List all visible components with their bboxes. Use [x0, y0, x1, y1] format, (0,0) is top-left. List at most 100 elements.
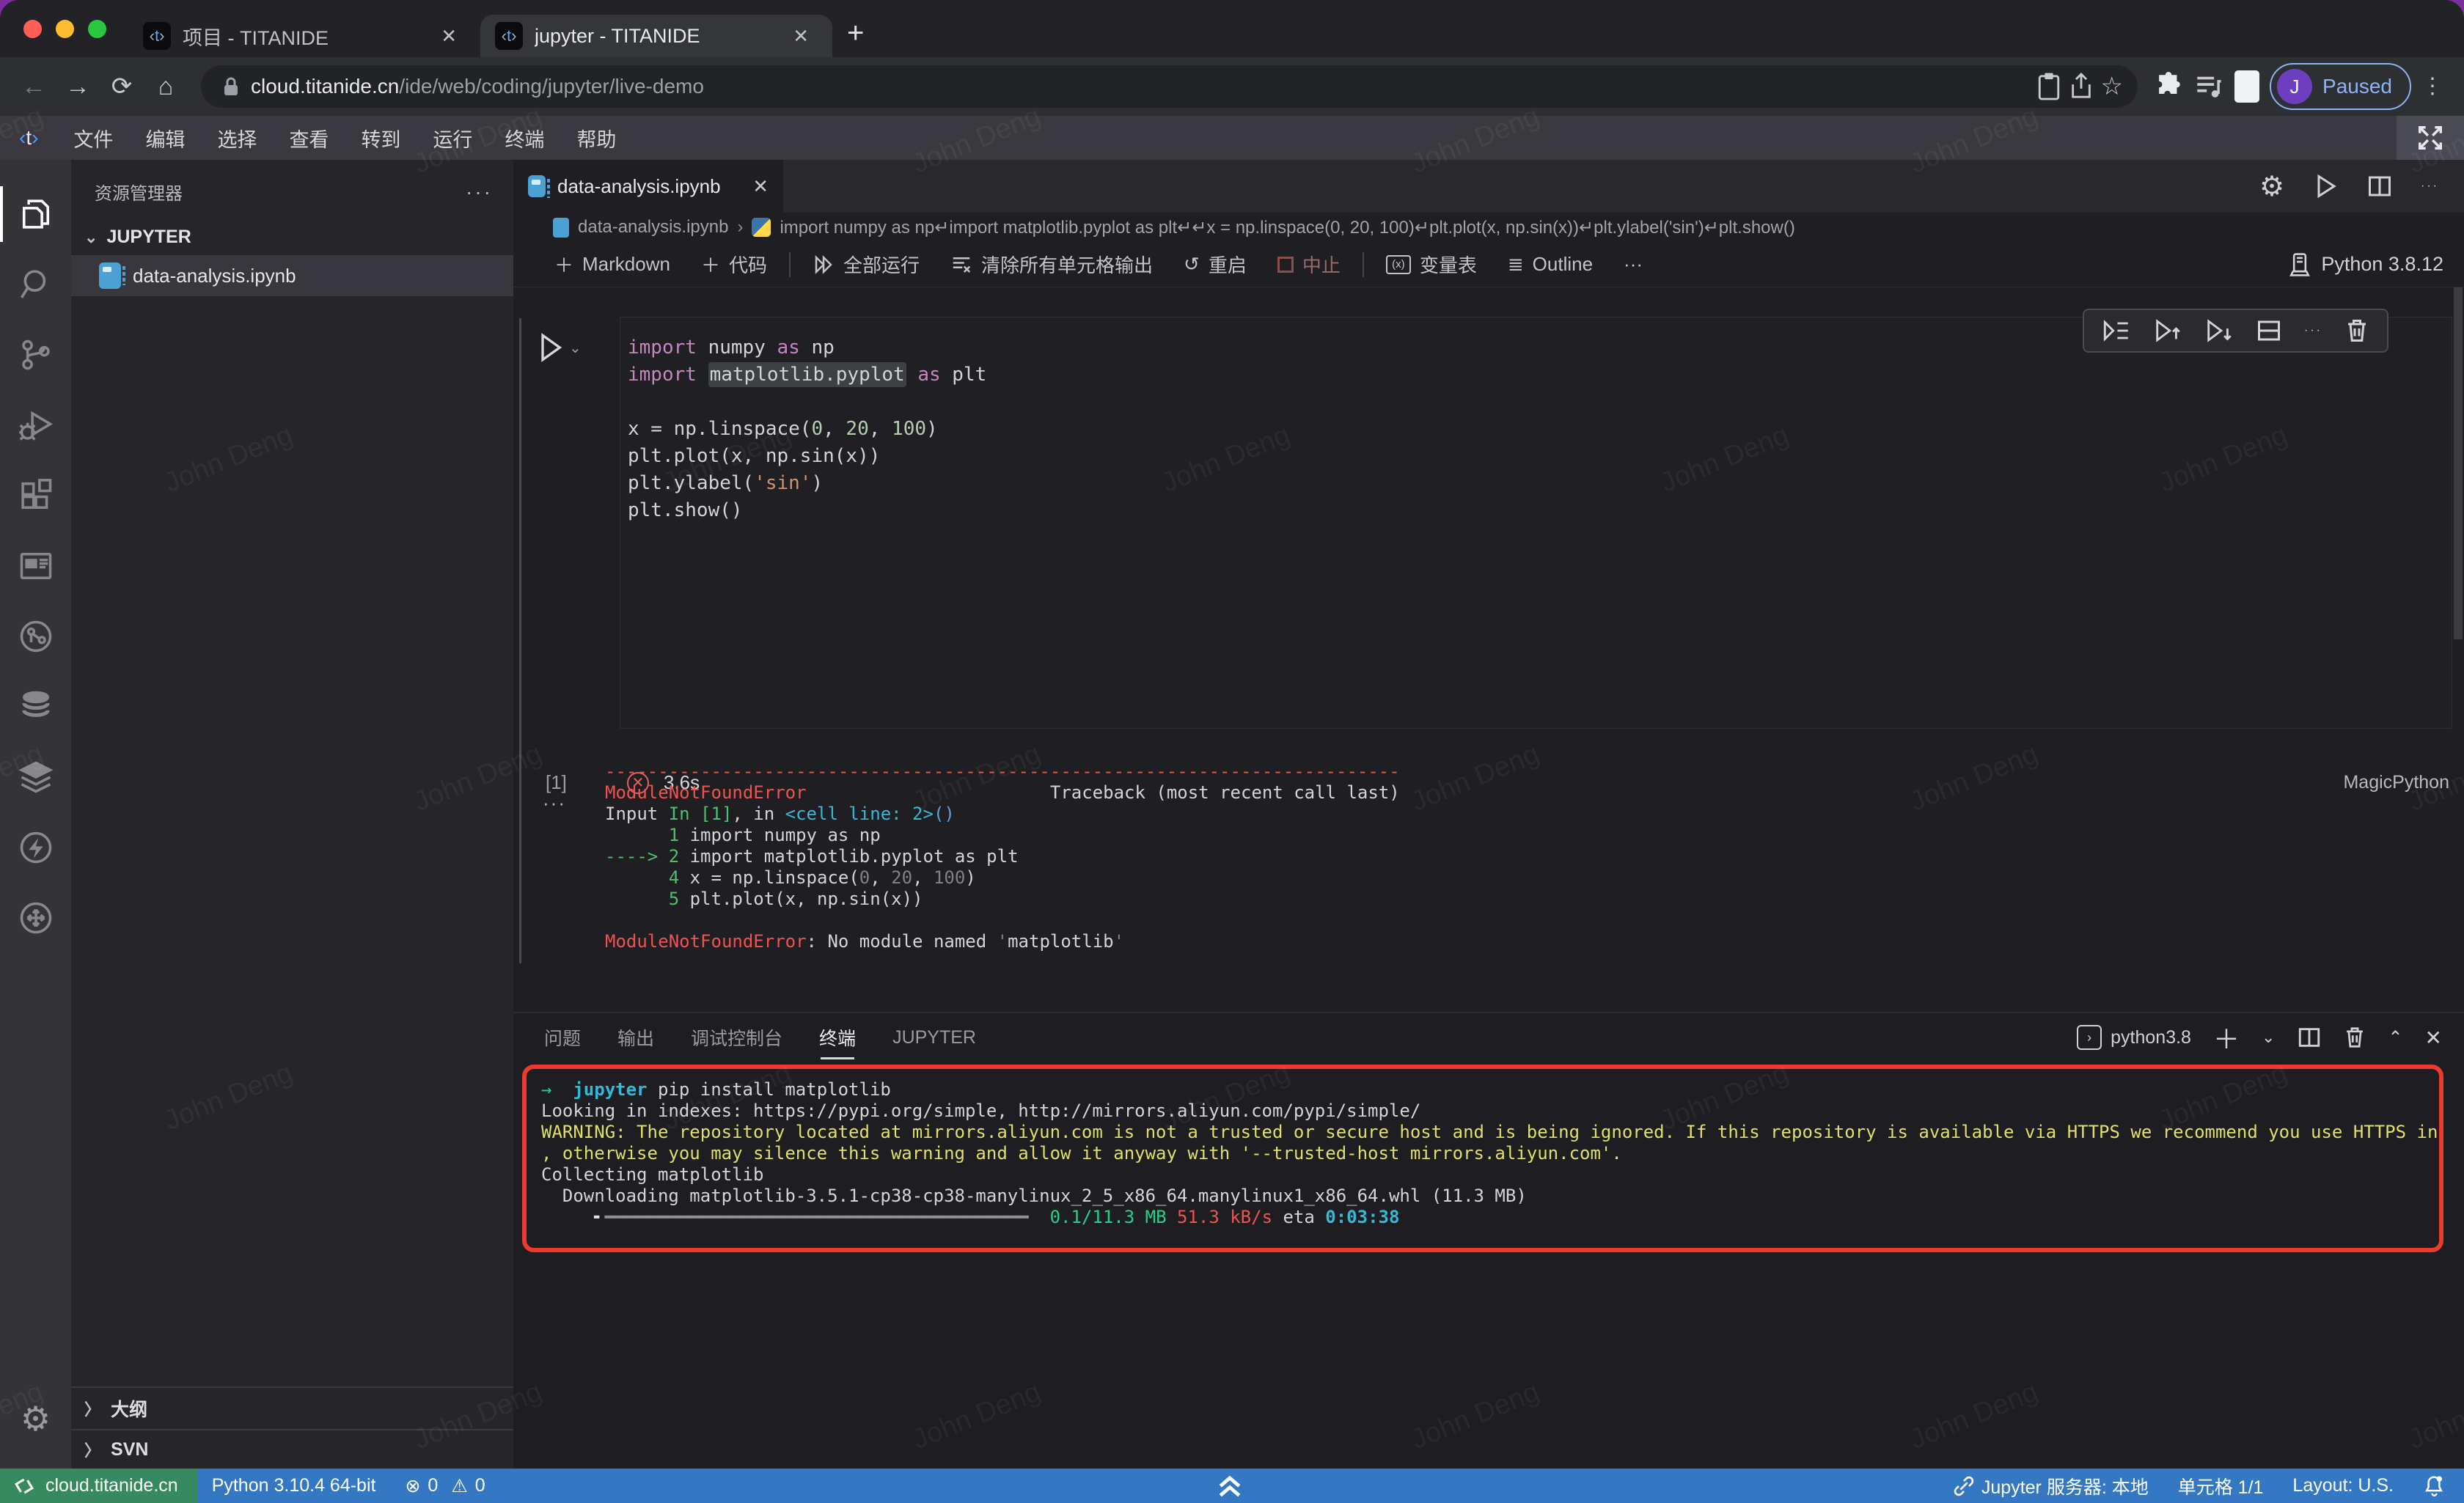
close-panel-icon[interactable]: ✕: [2425, 1026, 2442, 1050]
explorer-icon[interactable]: [0, 179, 71, 249]
layers-icon[interactable]: [0, 742, 71, 812]
browser-tab-project[interactable]: ‹t› 项目 - TITANIDE ✕: [128, 15, 480, 57]
cell-code[interactable]: import numpy as npimport matplotlib.pypl…: [628, 334, 986, 524]
bookmark-star-icon[interactable]: ☆: [2101, 72, 2123, 101]
notebook-panel-icon[interactable]: [0, 531, 71, 601]
add-markdown-button[interactable]: ＋ Markdown: [543, 242, 682, 287]
file-item-notebook[interactable]: data-analysis.ipynb: [71, 255, 513, 296]
search-icon[interactable]: [0, 249, 71, 320]
menu-file[interactable]: 文件: [57, 116, 129, 160]
maximize-panel-icon[interactable]: ⌃: [2388, 1027, 2402, 1048]
notifications-bell-icon[interactable]: [2408, 1474, 2464, 1498]
back-icon[interactable]: ←: [15, 67, 53, 106]
problems-status[interactable]: ⊗0 ⚠0: [390, 1475, 499, 1497]
breadcrumb-file[interactable]: data-analysis.ipynb: [578, 217, 728, 238]
close-window-button[interactable]: [23, 20, 42, 38]
terminal-dropdown-icon[interactable]: ⌄: [2262, 1028, 2275, 1047]
panel-tab-problems[interactable]: 问题: [543, 1014, 582, 1061]
cell-position-status[interactable]: 单元格 1/1: [2163, 1473, 2278, 1499]
cell-more-icon[interactable]: ···: [2304, 324, 2322, 337]
keyboard-layout-status[interactable]: Layout: U.S.: [2278, 1475, 2408, 1496]
minimize-window-button[interactable]: [56, 20, 74, 38]
python-interpreter-status[interactable]: Python 3.10.4 64-bit: [197, 1475, 391, 1496]
add-code-button[interactable]: ＋ 代码: [689, 242, 779, 287]
remote-indicator[interactable]: cloud.titanide.cn: [0, 1469, 197, 1503]
language-mode-label[interactable]: MagicPython: [2343, 772, 2449, 793]
new-tab-button[interactable]: +: [832, 17, 883, 57]
bottom-panel: 问题 输出 调试控制台 终端 JUPYTER › python3.8 ＋ ⌄: [513, 1012, 2464, 1469]
restart-kernel-button[interactable]: ↺ 重启: [1172, 242, 1258, 287]
sidepanel-icon[interactable]: [2234, 70, 2259, 103]
reload-icon[interactable]: ⟳: [103, 67, 141, 106]
remote-targets-icon[interactable]: [0, 883, 71, 953]
kernel-picker[interactable]: Python 3.8.12: [2289, 252, 2443, 277]
python-icon: [752, 218, 771, 237]
run-cell-button[interactable]: ⌄: [535, 331, 582, 364]
clipboard-icon[interactable]: [2036, 72, 2061, 101]
source-control-icon[interactable]: [0, 320, 71, 390]
outline-button[interactable]: ≣ Outline: [1496, 242, 1605, 287]
panel-tab-jupyter[interactable]: JUPYTER: [891, 1017, 978, 1059]
titanide-logo: ‹t›: [0, 126, 57, 150]
menu-run[interactable]: 运行: [417, 116, 488, 160]
editor-more-icon[interactable]: ···: [2421, 180, 2439, 193]
git-lens-icon[interactable]: [0, 601, 71, 672]
delete-cell-icon[interactable]: [2344, 317, 2369, 344]
browser-menu-icon[interactable]: ⋮: [2421, 82, 2443, 91]
zoom-window-button[interactable]: [88, 20, 106, 38]
variables-button[interactable]: (x) 变量表: [1374, 242, 1489, 287]
breadcrumb[interactable]: data-analysis.ipynb › import numpy as np…: [513, 213, 2464, 242]
panel-tab-output[interactable]: 输出: [616, 1014, 656, 1061]
menu-terminal[interactable]: 终端: [488, 116, 560, 160]
panel-tab-debug-console[interactable]: 调试控制台: [689, 1014, 784, 1061]
editor-scrollbar[interactable]: [2454, 287, 2463, 639]
database-icon[interactable]: [0, 672, 71, 742]
extensions-puzzle-icon[interactable]: [2154, 72, 2183, 101]
close-tab-icon[interactable]: ✕: [752, 175, 769, 198]
sidebar-section-svn[interactable]: 〉 SVN: [71, 1429, 513, 1469]
toolbar-more-icon[interactable]: ···: [1612, 242, 1654, 287]
output-collapse-icon[interactable]: ···: [543, 792, 566, 815]
share-icon[interactable]: [2069, 72, 2094, 101]
jupyter-server-status[interactable]: Jupyter 服务器: 本地: [1939, 1473, 2163, 1499]
editor-tab-notebook[interactable]: data-analysis.ipynb ✕: [513, 160, 783, 213]
extensions-icon[interactable]: [0, 460, 71, 531]
panel-tab-terminal[interactable]: 终端: [818, 1014, 857, 1061]
close-tab-icon[interactable]: ✕: [787, 23, 815, 49]
fullscreen-icon[interactable]: [2397, 116, 2464, 160]
run-above-icon[interactable]: [2153, 317, 2182, 344]
terminal-instance-picker[interactable]: › python3.8: [2077, 1025, 2191, 1050]
menu-selection[interactable]: 选择: [201, 116, 273, 160]
run-all-icon[interactable]: [2312, 173, 2339, 199]
playlist-icon[interactable]: [2193, 72, 2224, 101]
forward-icon[interactable]: →: [59, 67, 97, 106]
run-all-button[interactable]: 全部运行: [801, 242, 931, 287]
terminal-output[interactable]: → jupyter pip install matplotlibLooking …: [541, 1079, 2424, 1228]
thunder-icon[interactable]: [0, 812, 71, 883]
browser-tab-jupyter[interactable]: ‹t› jupyter - TITANIDE ✕: [480, 15, 832, 57]
address-bar[interactable]: cloud.titanide.cn/ide/web/coding/jupyter…: [201, 65, 2138, 108]
clear-outputs-button[interactable]: 清除所有单元格输出: [939, 242, 1165, 287]
close-tab-icon[interactable]: ✕: [435, 23, 463, 49]
split-terminal-icon[interactable]: [2297, 1025, 2322, 1050]
split-editor-icon[interactable]: [2366, 173, 2393, 199]
split-cell-icon[interactable]: [2256, 317, 2282, 344]
menu-edit[interactable]: 编辑: [129, 116, 201, 160]
menu-view[interactable]: 查看: [273, 116, 345, 160]
run-below-icon[interactable]: [2204, 317, 2234, 344]
profile-button[interactable]: J Paused: [2270, 63, 2411, 110]
kill-terminal-icon[interactable]: [2344, 1025, 2366, 1050]
execute-above-icon[interactable]: [2102, 317, 2131, 344]
settings-gear-icon[interactable]: ⚙: [0, 1383, 71, 1454]
new-terminal-icon[interactable]: ＋: [2213, 1018, 2240, 1056]
home-icon[interactable]: ⌂: [147, 67, 185, 106]
collapse-chevrons-icon[interactable]: [1214, 1470, 1246, 1499]
menu-help[interactable]: 帮助: [560, 116, 632, 160]
sidebar-section-outline[interactable]: 〉 大纲: [71, 1386, 513, 1429]
menu-goto[interactable]: 转到: [345, 116, 417, 160]
notebook-settings-gear-icon[interactable]: ⚙: [2259, 170, 2284, 203]
run-debug-icon[interactable]: [0, 390, 71, 460]
breadcrumb-code[interactable]: import numpy as np↵import matplotlib.pyp…: [780, 217, 1794, 238]
sidebar-section-jupyter[interactable]: ⌄ JUPYTER: [71, 219, 513, 255]
sidebar-more-icon[interactable]: ···: [466, 180, 493, 204]
